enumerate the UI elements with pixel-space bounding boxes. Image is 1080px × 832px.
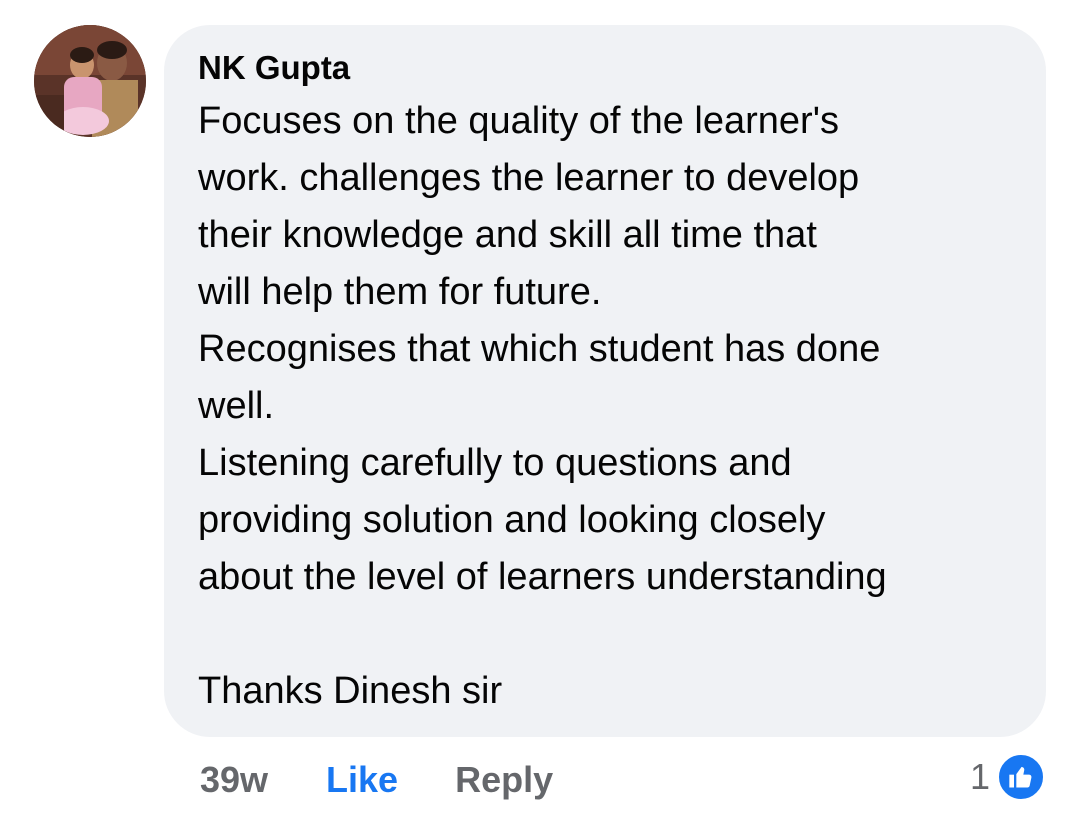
reaction-summary[interactable]: 1 xyxy=(970,752,1046,802)
avatar-photo xyxy=(34,25,146,137)
comment-bubble: NK Gupta Focuses on the quality of the l… xyxy=(164,25,1046,737)
comment-line: Listening carefully to questions and xyxy=(198,442,792,484)
comment-line: will help them for future. xyxy=(198,271,602,313)
comment-line: providing solution and looking closely xyxy=(198,499,826,541)
comment-line: Recognises that which student has done xyxy=(198,328,881,370)
like-button[interactable]: Like xyxy=(326,759,398,801)
comment: NK Gupta Focuses on the quality of the l… xyxy=(0,0,1080,832)
reaction-count: 1 xyxy=(969,756,990,797)
comment-line: about the level of learners understandin… xyxy=(198,556,887,598)
comment-line-blank xyxy=(198,606,1016,663)
comment-actions: 39w Like Reply xyxy=(200,756,553,804)
reply-button[interactable]: Reply xyxy=(455,759,553,801)
comment-body: Focuses on the quality of the learner's … xyxy=(198,93,1016,720)
thumbs-up-icon xyxy=(996,752,1046,802)
comment-line: well. xyxy=(198,385,275,427)
avatar[interactable] xyxy=(34,25,146,137)
comment-line: work. challenges the learner to develop xyxy=(198,157,860,199)
comment-timestamp[interactable]: 39w xyxy=(200,759,268,801)
comment-line: Thanks Dinesh sir xyxy=(198,670,503,712)
comment-line: Focuses on the quality of the learner's xyxy=(198,100,839,142)
comment-author[interactable]: NK Gupta xyxy=(198,49,1016,87)
comment-line: their knowledge and skill all time that xyxy=(198,214,817,256)
